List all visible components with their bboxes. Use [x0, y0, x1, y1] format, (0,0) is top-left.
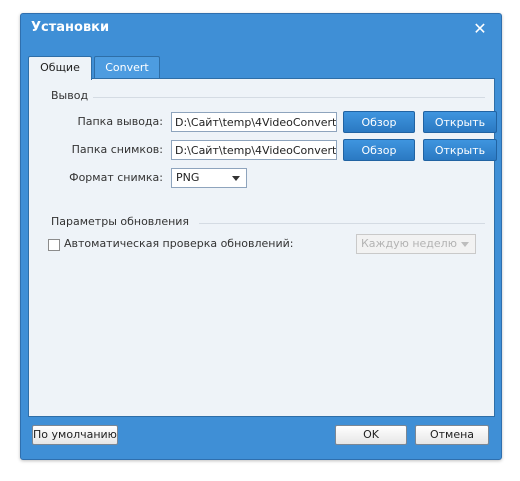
- chevron-down-icon: [461, 242, 469, 247]
- snapshot-open-button[interactable]: Открыть: [423, 139, 497, 161]
- cancel-button[interactable]: Отмена: [415, 425, 489, 445]
- tab-general[interactable]: Общие: [28, 56, 92, 80]
- snapshot-folder-field[interactable]: D:\Сайт\temp\4VideoConverterP: [171, 140, 337, 160]
- close-icon[interactable]: ✕: [471, 20, 489, 38]
- output-section-title: Вывод: [51, 89, 89, 102]
- section-divider: [199, 223, 485, 224]
- snapshot-format-label: Формат снимка:: [69, 171, 163, 184]
- snapshot-browse-button[interactable]: Обзор: [343, 139, 415, 161]
- chevron-down-icon: [232, 176, 240, 181]
- section-divider: [93, 97, 485, 98]
- auto-update-checkbox[interactable]: [48, 239, 60, 251]
- output-folder-field[interactable]: D:\Сайт\temp\4VideoConverterP: [171, 112, 337, 132]
- tab-convert[interactable]: Convert: [94, 56, 160, 79]
- dialog-title: Установки: [31, 20, 110, 35]
- settings-dialog: Установки ✕ Общие Convert Вывод Папка вы…: [20, 13, 502, 460]
- update-section-title: Параметры обновления: [51, 215, 190, 228]
- snapshot-format-select[interactable]: PNG: [171, 168, 247, 188]
- output-browse-button[interactable]: Обзор: [343, 111, 415, 133]
- defaults-button[interactable]: По умолчанию: [32, 425, 118, 445]
- update-frequency-select: Каждую неделю: [356, 234, 476, 254]
- auto-update-label: Автоматическая проверка обновлений:: [64, 237, 294, 250]
- ok-button[interactable]: OK: [335, 425, 407, 445]
- snapshot-folder-label: Папка снимков:: [71, 143, 163, 156]
- snapshot-format-value: PNG: [176, 171, 200, 184]
- update-frequency-value: Каждую неделю: [361, 237, 457, 250]
- output-folder-label: Папка вывода:: [77, 115, 163, 128]
- settings-panel: Вывод Папка вывода: D:\Сайт\temp\4VideoC…: [28, 78, 497, 417]
- output-open-button[interactable]: Открыть: [423, 111, 497, 133]
